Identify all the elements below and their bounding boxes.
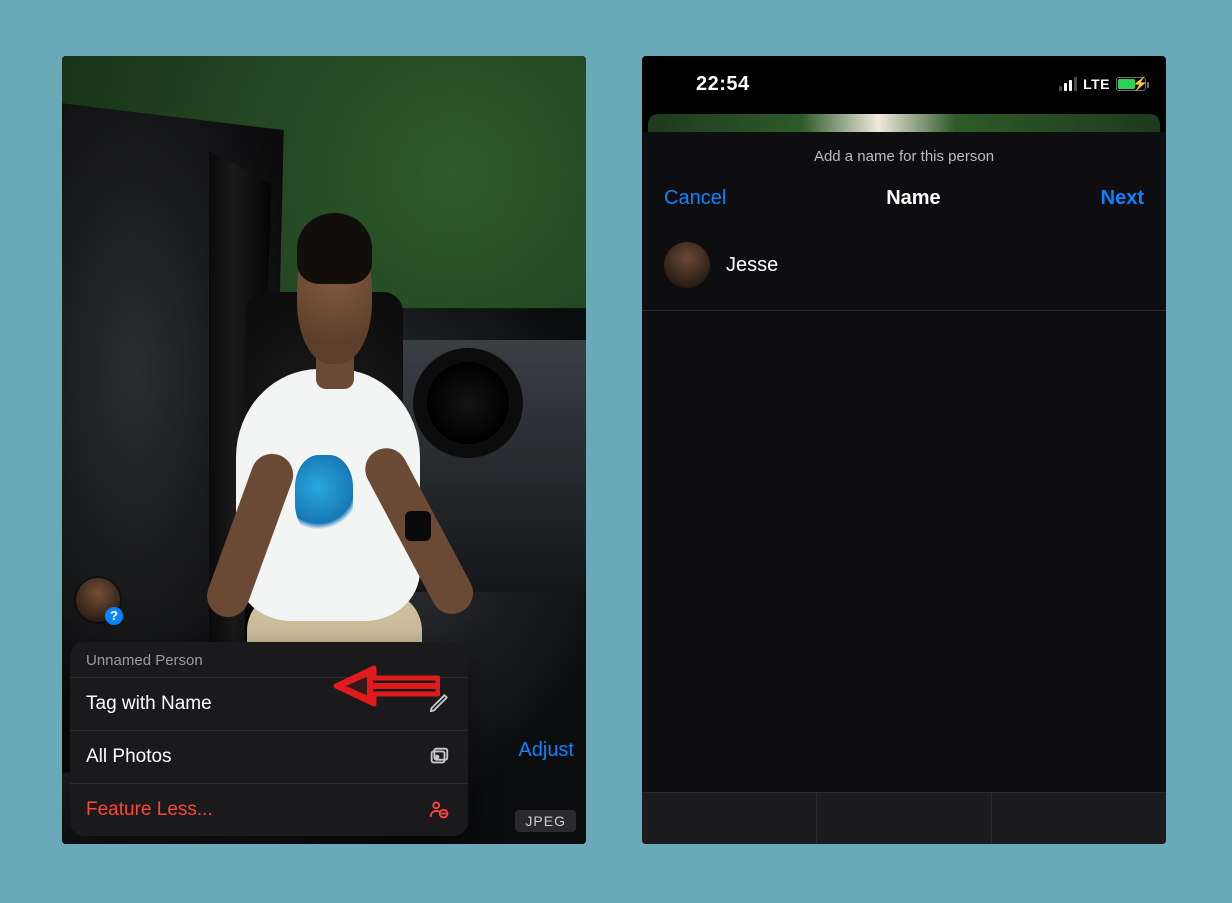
name-sheet: Add a name for this person Cancel Name N… (642, 132, 1166, 844)
person-minus-icon (428, 798, 452, 822)
cancel-button[interactable]: Cancel (664, 187, 726, 210)
jpeg-badge: JPEG (515, 810, 576, 832)
menu-item-feature-less[interactable]: Feature Less... (70, 783, 468, 836)
avatar[interactable] (664, 242, 710, 288)
photo-person (219, 198, 455, 702)
status-time: 22:54 (662, 73, 750, 96)
status-right: LTE ⚡ (1059, 76, 1146, 92)
face-chip-unknown-badge: ? (105, 607, 123, 625)
cellular-signal-icon (1059, 77, 1077, 91)
sheet-title: Name (886, 187, 940, 210)
photo-strip-preview (648, 114, 1160, 132)
suggestion-slot[interactable] (992, 793, 1166, 844)
menu-item-tag-with-name[interactable]: Tag with Name (70, 677, 468, 730)
menu-item-all-photos[interactable]: All Photos (70, 730, 468, 783)
menu-item-label: All Photos (86, 746, 172, 768)
suggestion-slot[interactable] (817, 793, 992, 844)
keyboard-suggestion-bar[interactable] (642, 792, 1166, 844)
adjust-button[interactable]: Adjust (518, 739, 574, 762)
pencil-icon (428, 692, 452, 716)
context-menu: Unnamed Person Tag with Name All Photos … (70, 642, 468, 836)
suggestion-slot[interactable] (642, 793, 817, 844)
face-chip[interactable]: ? (76, 578, 120, 622)
sheet-hint: Add a name for this person (642, 132, 1166, 187)
next-button[interactable]: Next (1101, 187, 1144, 210)
network-label: LTE (1083, 76, 1110, 92)
separator (642, 310, 1166, 311)
stacked-photos-icon (428, 745, 452, 769)
sheet-nav: Cancel Name Next (642, 187, 1166, 220)
status-bar: 22:54 LTE ⚡ (642, 56, 1166, 112)
menu-item-label: Tag with Name (86, 693, 212, 715)
phone-left: ? Adjust JPEG Unnamed Person Tag with Na… (62, 56, 586, 844)
photo-person-hair (297, 213, 372, 284)
name-entry-row (642, 220, 1166, 310)
charging-bolt-icon: ⚡ (1132, 76, 1148, 92)
context-menu-header: Unnamed Person (70, 642, 468, 677)
page-stage: ? Adjust JPEG Unnamed Person Tag with Na… (0, 0, 1232, 903)
battery-icon: ⚡ (1116, 77, 1146, 91)
name-input[interactable] (726, 254, 1144, 277)
phone-right: 22:54 LTE ⚡ Add a name for this person C… (642, 56, 1166, 844)
menu-item-label: Feature Less... (86, 799, 213, 821)
photo-person-watch (405, 511, 431, 541)
